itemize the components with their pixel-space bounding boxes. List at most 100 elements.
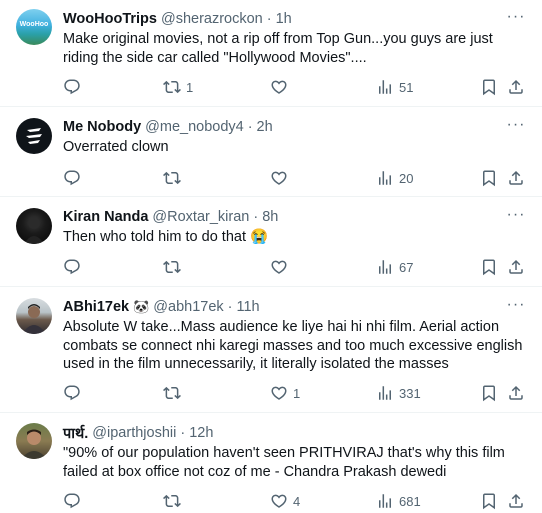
display-name[interactable]: Me Nobody — [63, 119, 141, 135]
more-icon[interactable]: ··· — [506, 9, 526, 31]
user-handle[interactable]: @abh17ek — [153, 299, 223, 315]
display-name[interactable]: ABhi17ek — [63, 299, 129, 315]
views-button[interactable]: 331 — [376, 383, 421, 403]
reply-icon — [63, 384, 81, 402]
reply-button[interactable] — [63, 257, 86, 277]
tweet-2[interactable]: Me Nobody @me_nobody4 · 2h ··· Overrated… — [0, 107, 542, 197]
retweet-button[interactable] — [163, 491, 186, 511]
user-handle[interactable]: @sherazrockon — [161, 11, 263, 27]
retweet-button[interactable] — [163, 257, 186, 277]
bookmark-button[interactable] — [480, 257, 498, 277]
retweet-icon — [163, 384, 181, 402]
views-button[interactable]: 51 — [376, 77, 413, 97]
like-button[interactable] — [270, 168, 293, 188]
tweet-text: Make original movies, not a rip off from… — [63, 31, 493, 66]
view-count: 331 — [399, 385, 421, 401]
view-count: 51 — [399, 79, 414, 95]
like-button[interactable]: 1 — [270, 383, 300, 403]
view-count: 67 — [399, 259, 414, 275]
like-icon — [270, 258, 288, 276]
views-button[interactable]: 20 — [376, 168, 413, 188]
user-handle[interactable]: @iparthjoshii — [92, 425, 176, 441]
retweet-button[interactable]: 1 — [163, 77, 193, 97]
like-button[interactable]: 4 — [270, 491, 300, 511]
share-icon — [507, 258, 525, 276]
retweet-icon — [163, 169, 181, 187]
tweet-header: पार्थ. @iparthjoshii · 12h — [63, 423, 213, 443]
action-bar: 1 51 — [63, 77, 526, 97]
like-button[interactable] — [270, 77, 293, 97]
timestamp[interactable]: 1h — [276, 11, 292, 27]
reply-button[interactable] — [63, 491, 86, 511]
bookmark-icon — [480, 384, 498, 402]
share-icon — [507, 169, 525, 187]
avatar-person-icon — [21, 429, 47, 459]
avatar[interactable] — [16, 298, 52, 334]
bookmark-icon — [480, 492, 498, 510]
like-button[interactable] — [270, 257, 293, 277]
more-icon[interactable]: ··· — [506, 117, 526, 139]
view-count: 20 — [399, 170, 414, 186]
display-name[interactable]: पार्थ. — [63, 423, 88, 443]
display-name[interactable]: Kiran Nanda — [63, 209, 148, 225]
tweet-4[interactable]: ABhi17ek 🐼 @abh17ek · 11h ··· Absolute W… — [0, 287, 542, 413]
bookmark-button[interactable] — [480, 383, 498, 403]
tweet-3[interactable]: Kiran Nanda @Roxtar_kiran · 8h ··· Then … — [0, 197, 542, 287]
tweet-text: Absolute W take...Mass audience ke liye … — [63, 319, 523, 372]
bookmark-button[interactable] — [480, 168, 498, 188]
user-handle[interactable]: @Roxtar_kiran — [152, 209, 249, 225]
views-icon — [376, 78, 394, 96]
share-icon — [507, 492, 525, 510]
reply-icon — [63, 169, 81, 187]
action-bar: 20 — [63, 168, 526, 188]
action-bar: 67 — [63, 257, 526, 277]
tweet-5[interactable]: पार्थ. @iparthjoshii · 12h "90% of our p… — [0, 413, 542, 513]
like-icon — [270, 169, 288, 187]
avatar[interactable] — [16, 208, 52, 244]
like-icon — [270, 78, 288, 96]
share-icon — [507, 78, 525, 96]
avatar-logo-text: WooHoo — [19, 21, 49, 28]
share-button[interactable] — [507, 168, 525, 188]
retweet-button[interactable] — [163, 168, 186, 188]
name-emoji: 🐼 — [133, 299, 150, 314]
avatar-logo-icon — [26, 128, 42, 144]
separator-dot: · — [253, 209, 259, 225]
share-icon — [507, 384, 525, 402]
bookmark-button[interactable] — [480, 491, 498, 511]
reply-button[interactable] — [63, 77, 86, 97]
action-bar: 1 331 — [63, 383, 526, 403]
more-icon[interactable]: ··· — [506, 207, 526, 229]
tweet-1[interactable]: WooHoo WooHooTrips @sherazrockon · 1h ··… — [0, 0, 542, 107]
like-icon — [270, 384, 288, 402]
user-handle[interactable]: @me_nobody4 — [145, 119, 244, 135]
share-button[interactable] — [507, 383, 525, 403]
bookmark-icon — [480, 78, 498, 96]
display-name[interactable]: WooHooTrips — [63, 11, 157, 27]
timestamp[interactable]: 12h — [189, 425, 213, 441]
more-icon[interactable]: ··· — [506, 297, 526, 319]
reply-button[interactable] — [63, 383, 86, 403]
tweet-header: ABhi17ek 🐼 @abh17ek · 11h — [63, 297, 260, 317]
views-icon — [376, 384, 394, 402]
avatar[interactable] — [16, 118, 52, 154]
views-button[interactable]: 681 — [376, 491, 421, 511]
tweet-text: "90% of our population haven't seen PRIT… — [63, 445, 505, 480]
bookmark-icon — [480, 169, 498, 187]
bookmark-button[interactable] — [480, 77, 498, 97]
share-button[interactable] — [507, 77, 525, 97]
timestamp[interactable]: 2h — [257, 119, 273, 135]
like-count: 4 — [293, 493, 301, 509]
share-button[interactable] — [507, 491, 525, 511]
timestamp[interactable]: 8h — [262, 209, 278, 225]
share-button[interactable] — [507, 257, 525, 277]
retweet-count: 1 — [186, 79, 194, 95]
avatar[interactable]: WooHoo — [16, 9, 52, 45]
avatar[interactable] — [16, 423, 52, 459]
reply-icon — [63, 492, 81, 510]
bookmark-icon — [480, 258, 498, 276]
views-button[interactable]: 67 — [376, 257, 413, 277]
reply-button[interactable] — [63, 168, 86, 188]
retweet-button[interactable] — [163, 383, 186, 403]
timestamp[interactable]: 11h — [236, 299, 259, 315]
